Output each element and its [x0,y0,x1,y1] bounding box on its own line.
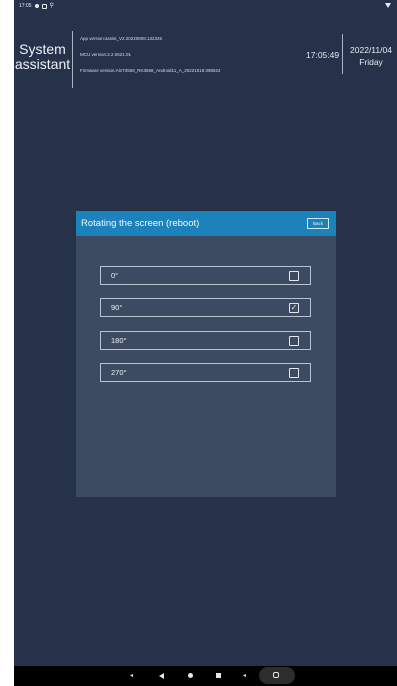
option-label: 90° [111,303,123,312]
app-version: App version:assist_V2.20220808.132345 [80,36,163,41]
header-divider-left [72,31,73,88]
back-icon[interactable] [159,673,164,679]
checkbox-icon[interactable] [289,368,299,378]
checkbox-checked-icon[interactable]: ✓ [289,303,299,313]
option-label: 270° [111,368,127,377]
mcu-version: MCU version:2.2.0621.01 [80,52,132,57]
rotation-option-270[interactable]: 270° [100,363,311,382]
back-button[interactable]: Back [307,218,329,229]
checkbox-icon[interactable] [289,271,299,281]
screenshot-icon [273,672,279,678]
rotation-option-180[interactable]: 180° [100,331,311,350]
firmware-version: Firmware version:AlsT3568_RK3568_Android… [80,68,221,73]
notification-dot-icon [34,4,39,8]
weekday: Friday [359,57,383,67]
volume-up-icon[interactable]: ◂ [243,672,246,679]
date: 2022/11/04 [350,45,392,55]
navigation-bar: ◂ ◂ [14,666,397,686]
recents-icon[interactable] [216,673,221,678]
checkbox-icon[interactable] [289,336,299,346]
status-bar: 17:05 ⚲ [14,0,397,12]
rotation-dialog: Rotating the screen (reboot) Back 0° 90°… [76,211,336,497]
screenshot-button[interactable] [259,667,295,684]
date-block: 2022/11/04 Friday [345,44,397,68]
rotation-option-90[interactable]: 90° ✓ [100,298,311,317]
wifi-icon [385,3,391,8]
dialog-header: Rotating the screen (reboot) Back [76,211,336,236]
app-title: System assistant [14,41,71,72]
home-icon[interactable] [188,673,193,678]
volume-down-icon[interactable]: ◂ [130,672,133,679]
option-label: 0° [111,271,119,280]
status-time: 17:05 [19,3,32,9]
option-label: 180° [111,336,127,345]
clock: 17:05:49 [306,50,340,60]
header-divider-right [342,34,343,74]
location-icon: ⚲ [49,3,54,9]
dialog-title: Rotating the screen (reboot) [81,218,200,229]
screen: 17:05 ⚲ System assistant App version:ass… [14,0,397,686]
settings-icon [41,3,47,9]
rotation-option-0[interactable]: 0° [100,266,311,285]
